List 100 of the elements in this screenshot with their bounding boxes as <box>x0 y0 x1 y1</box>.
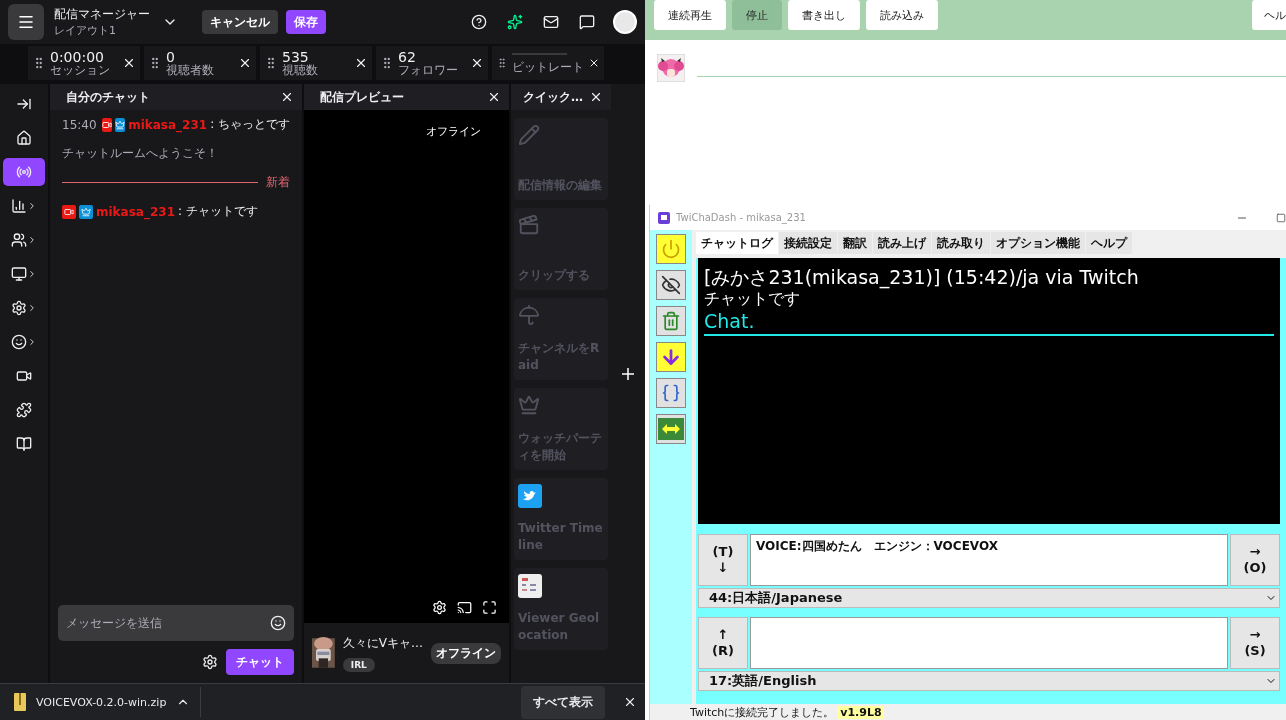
chevron-right-icon <box>27 269 37 279</box>
chat-bubble-icon[interactable] <box>579 14 595 30</box>
cancel-button[interactable]: キャンセル <box>202 10 278 34</box>
close-icon[interactable] <box>354 56 368 70</box>
avatar[interactable] <box>613 10 637 34</box>
offline-badge: オフライン <box>431 642 501 664</box>
show-all-button[interactable]: すべて表示 <box>521 685 605 719</box>
emoji-icon[interactable] <box>270 615 286 631</box>
system-message: チャットルームへようこそ！ <box>62 145 219 162</box>
home-icon <box>16 130 32 146</box>
download-file-name[interactable]: VOICEVOX-0.2.0-win.zip <box>36 695 167 709</box>
stat-value: 62 <box>398 50 417 64</box>
text-field[interactable]: VOICE:四国めたん エンジン：VOCEVOX <box>750 534 1228 586</box>
language-dropdown[interactable]: 17:英語/English <box>698 671 1280 691</box>
menu-button[interactable] <box>8 4 44 40</box>
power-icon <box>661 239 681 259</box>
tool-button[interactable] <box>656 270 686 300</box>
close-icon[interactable] <box>623 695 637 709</box>
action-label: チャンネルをRaid <box>518 340 601 374</box>
guide-icon <box>16 436 32 452</box>
tab[interactable]: 読み上げ <box>873 232 931 254</box>
help-icon[interactable] <box>471 14 487 30</box>
chevron-right-icon <box>27 201 37 211</box>
emotes-icon <box>11 334 27 350</box>
close-icon[interactable] <box>238 56 252 70</box>
video-icon <box>16 368 32 384</box>
plus-icon[interactable] <box>622 367 634 380</box>
mail-icon[interactable] <box>543 14 559 30</box>
brackets-icon <box>661 383 681 403</box>
action-label: Viewer Geolocation <box>518 610 600 644</box>
tab[interactable]: 読み取り <box>932 232 990 254</box>
community-icon <box>11 232 27 248</box>
close-icon[interactable] <box>589 90 603 104</box>
message-text: : ちゃっとです <box>210 116 290 133</box>
tool-button[interactable] <box>656 342 686 372</box>
trash-icon <box>661 311 681 331</box>
stream-title: 久々にVキャ… <box>342 634 423 652</box>
chevron-right-icon <box>27 235 37 245</box>
log-translation: Chat. <box>704 309 756 332</box>
action-label: ウォッチパーティを開始 <box>518 430 603 464</box>
nav-button[interactable] <box>3 158 45 186</box>
tab[interactable]: チャットログ <box>696 232 778 254</box>
clapperboard-icon <box>518 214 540 236</box>
stat-value: 0 <box>166 50 175 64</box>
text-field[interactable] <box>750 617 1228 669</box>
side-button[interactable]: ↑ (R) <box>698 617 748 669</box>
panel-title: 配信プレビュー <box>320 88 404 106</box>
close-icon[interactable] <box>280 90 294 104</box>
toolbar-button[interactable]: 連続再生 <box>654 0 726 30</box>
close-icon[interactable] <box>470 56 484 70</box>
chevron-right-icon <box>27 337 37 347</box>
panel-title: クイック… <box>523 88 583 106</box>
stat-label: ビットレート <box>512 61 584 73</box>
side-button[interactable]: → (S) <box>1230 617 1280 669</box>
log-message: チャットです <box>704 288 800 310</box>
analytics-icon <box>11 198 27 214</box>
down-arrow-icon <box>660 346 682 368</box>
chevron-right-icon <box>27 303 37 313</box>
stat-value: 0:00:00 <box>50 50 105 64</box>
tool-button[interactable] <box>656 378 686 408</box>
cast-icon[interactable] <box>457 600 472 615</box>
help-button[interactable]: ヘル <box>1252 0 1286 30</box>
panel-title: 自分のチャット <box>66 88 150 106</box>
crown-icon <box>518 394 540 416</box>
eye-off-icon <box>661 275 681 295</box>
toolbar-button[interactable]: 書き出し <box>788 0 860 30</box>
toolbar-button[interactable]: 読み込み <box>866 0 938 30</box>
side-button[interactable]: → (O) <box>1230 534 1280 586</box>
tag[interactable]: IRL <box>342 657 375 672</box>
stat-label: フォロワー <box>398 64 459 76</box>
crown-badge-icon <box>114 117 126 132</box>
chat-button[interactable]: チャット <box>226 649 294 675</box>
collapse-icon <box>16 96 32 112</box>
username: mikasa_231 <box>128 117 208 132</box>
message-field[interactable]: メッセージを送信 <box>58 605 294 641</box>
broadcast-icon <box>16 164 32 180</box>
close-icon[interactable] <box>487 90 501 104</box>
log-header: [みかさ231(mikasa_231)] (15:42)/ja via Twitch <box>704 266 1140 289</box>
tab[interactable]: 接続設定 <box>779 232 837 254</box>
save-button[interactable]: 保存 <box>286 10 326 34</box>
close-icon[interactable] <box>122 56 136 70</box>
side-button[interactable]: (T) ↓ <box>698 534 748 586</box>
bird-icon <box>518 484 542 508</box>
fullscreen-icon[interactable] <box>482 600 497 615</box>
offline-status: オフライン <box>426 124 481 139</box>
content-icon <box>11 266 27 282</box>
crown-badge-icon <box>79 204 93 219</box>
maximize-icon[interactable] <box>1276 212 1286 223</box>
status-text: Twitchに接続完了しました。 <box>690 704 835 720</box>
sparkle-icon[interactable] <box>507 14 523 30</box>
drag-handle-icon[interactable] <box>496 56 508 70</box>
pencil-icon <box>518 124 540 146</box>
layout-name: レイアウト1 <box>54 23 117 38</box>
tab[interactable]: 翻訳 <box>838 232 872 254</box>
settings-icon <box>11 300 27 316</box>
tab[interactable]: オプション機能 <box>991 232 1085 254</box>
language-dropdown[interactable]: 44:日本語/Japanese <box>698 588 1280 608</box>
tab[interactable]: ヘルプ <box>1086 232 1132 254</box>
toolbar-button[interactable]: 停止 <box>732 0 782 30</box>
settings-icon[interactable] <box>202 654 218 670</box>
